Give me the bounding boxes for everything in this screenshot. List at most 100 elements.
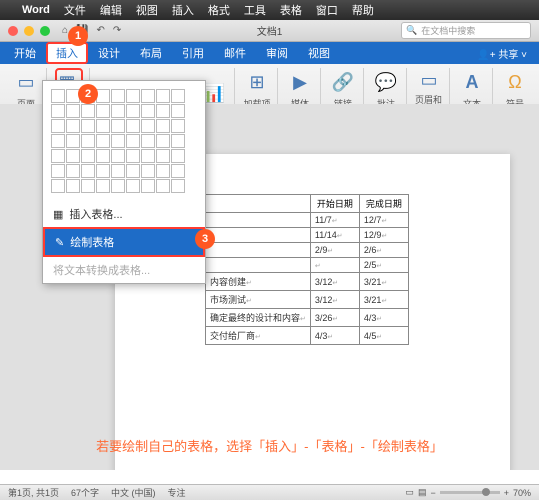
grid-cell[interactable] [81, 179, 95, 193]
tab-review[interactable]: 审阅 [256, 42, 298, 64]
status-lang[interactable]: 中文 (中国) [111, 486, 156, 499]
tab-home[interactable]: 开始 [4, 42, 46, 64]
grid-cell[interactable] [96, 149, 110, 163]
grid-cell[interactable] [126, 89, 140, 103]
menu-format[interactable]: 格式 [208, 2, 230, 18]
grid-cell[interactable] [66, 119, 80, 133]
status-words[interactable]: 67个字 [71, 486, 99, 499]
menu-file[interactable]: 文件 [64, 2, 86, 18]
grid-cell[interactable] [81, 149, 95, 163]
grid-cell[interactable] [171, 179, 185, 193]
grid-cell[interactable] [141, 104, 155, 118]
grid-cell[interactable] [156, 164, 170, 178]
grid-cell[interactable] [111, 179, 125, 193]
menu-edit[interactable]: 编辑 [100, 2, 122, 18]
links-icon[interactable]: 🔗 [329, 68, 357, 96]
grid-cell[interactable] [51, 149, 65, 163]
status-focus[interactable]: 专注 [168, 486, 186, 499]
grid-cell[interactable] [66, 164, 80, 178]
page-icon[interactable]: ▭ [12, 68, 40, 96]
grid-cell[interactable] [126, 179, 140, 193]
grid-cell[interactable] [111, 89, 125, 103]
grid-cell[interactable] [51, 89, 65, 103]
redo-icon[interactable]: ↷ [113, 25, 121, 36]
grid-cell[interactable] [96, 104, 110, 118]
comments-icon[interactable]: 💬 [372, 68, 400, 96]
grid-cell[interactable] [96, 164, 110, 178]
grid-cell[interactable] [126, 119, 140, 133]
grid-cell[interactable] [126, 149, 140, 163]
share-button[interactable]: 👤+ 共享 ˅ [469, 43, 535, 64]
menu-insert-table[interactable]: ▦插入表格... [43, 201, 205, 227]
grid-cell[interactable] [111, 104, 125, 118]
grid-cell[interactable] [81, 119, 95, 133]
menu-window[interactable]: 窗口 [316, 2, 338, 18]
tab-layout[interactable]: 布局 [130, 42, 172, 64]
grid-cell[interactable] [141, 89, 155, 103]
zoom-slider[interactable] [440, 491, 500, 494]
grid-cell[interactable] [156, 149, 170, 163]
view-web-icon[interactable]: ▤ [418, 487, 427, 498]
grid-cell[interactable] [126, 164, 140, 178]
close-button[interactable] [8, 26, 18, 36]
grid-cell[interactable] [141, 134, 155, 148]
status-page[interactable]: 第1页, 共1页 [8, 486, 59, 499]
grid-cell[interactable] [96, 134, 110, 148]
grid-cell[interactable] [96, 179, 110, 193]
menu-view[interactable]: 视图 [136, 2, 158, 18]
grid-cell[interactable] [171, 134, 185, 148]
tab-insert[interactable]: 插入 [46, 42, 88, 64]
zoom-out-icon[interactable]: − [430, 488, 435, 498]
grid-cell[interactable] [171, 119, 185, 133]
grid-cell[interactable] [171, 89, 185, 103]
tab-design[interactable]: 设计 [88, 42, 130, 64]
grid-cell[interactable] [156, 89, 170, 103]
grid-cell[interactable] [171, 164, 185, 178]
grid-cell[interactable] [96, 89, 110, 103]
grid-cell[interactable] [81, 164, 95, 178]
grid-cell[interactable] [141, 119, 155, 133]
media-icon[interactable]: ▶ [286, 68, 314, 96]
grid-cell[interactable] [66, 179, 80, 193]
menu-insert[interactable]: 插入 [172, 2, 194, 18]
header-icon[interactable]: ▭ [415, 68, 443, 92]
grid-cell[interactable] [51, 179, 65, 193]
zoom-in-icon[interactable]: + [504, 488, 509, 498]
grid-cell[interactable] [171, 149, 185, 163]
zoom-thumb[interactable] [482, 488, 490, 496]
grid-cell[interactable] [156, 179, 170, 193]
menu-tools[interactable]: 工具 [244, 2, 266, 18]
grid-cell[interactable] [111, 149, 125, 163]
grid-cell[interactable] [126, 134, 140, 148]
tab-view[interactable]: 视图 [298, 42, 340, 64]
view-print-icon[interactable]: ▭ [405, 487, 414, 498]
grid-cell[interactable] [81, 104, 95, 118]
grid-cell[interactable] [51, 104, 65, 118]
grid-cell[interactable] [66, 104, 80, 118]
table-grid-picker[interactable] [43, 81, 205, 201]
grid-cell[interactable] [111, 164, 125, 178]
grid-cell[interactable] [51, 119, 65, 133]
grid-cell[interactable] [156, 134, 170, 148]
grid-cell[interactable] [51, 164, 65, 178]
menu-help[interactable]: 帮助 [352, 2, 374, 18]
grid-cell[interactable] [141, 149, 155, 163]
zoom-level[interactable]: 70% [513, 488, 531, 498]
grid-cell[interactable] [156, 119, 170, 133]
grid-cell[interactable] [111, 134, 125, 148]
text-icon[interactable]: A [458, 68, 486, 96]
grid-cell[interactable] [156, 104, 170, 118]
grid-cell[interactable] [51, 134, 65, 148]
addins-icon[interactable]: ⊞ [243, 68, 271, 96]
app-name[interactable]: Word [22, 4, 50, 16]
menu-table[interactable]: 表格 [280, 2, 302, 18]
grid-cell[interactable] [66, 149, 80, 163]
grid-cell[interactable] [111, 119, 125, 133]
minimize-button[interactable] [24, 26, 34, 36]
tab-references[interactable]: 引用 [172, 42, 214, 64]
grid-cell[interactable] [66, 134, 80, 148]
symbol-icon[interactable]: Ω [501, 68, 529, 96]
undo-icon[interactable]: ↶ [97, 25, 105, 36]
tab-mailings[interactable]: 邮件 [214, 42, 256, 64]
zoom-button[interactable] [40, 26, 50, 36]
